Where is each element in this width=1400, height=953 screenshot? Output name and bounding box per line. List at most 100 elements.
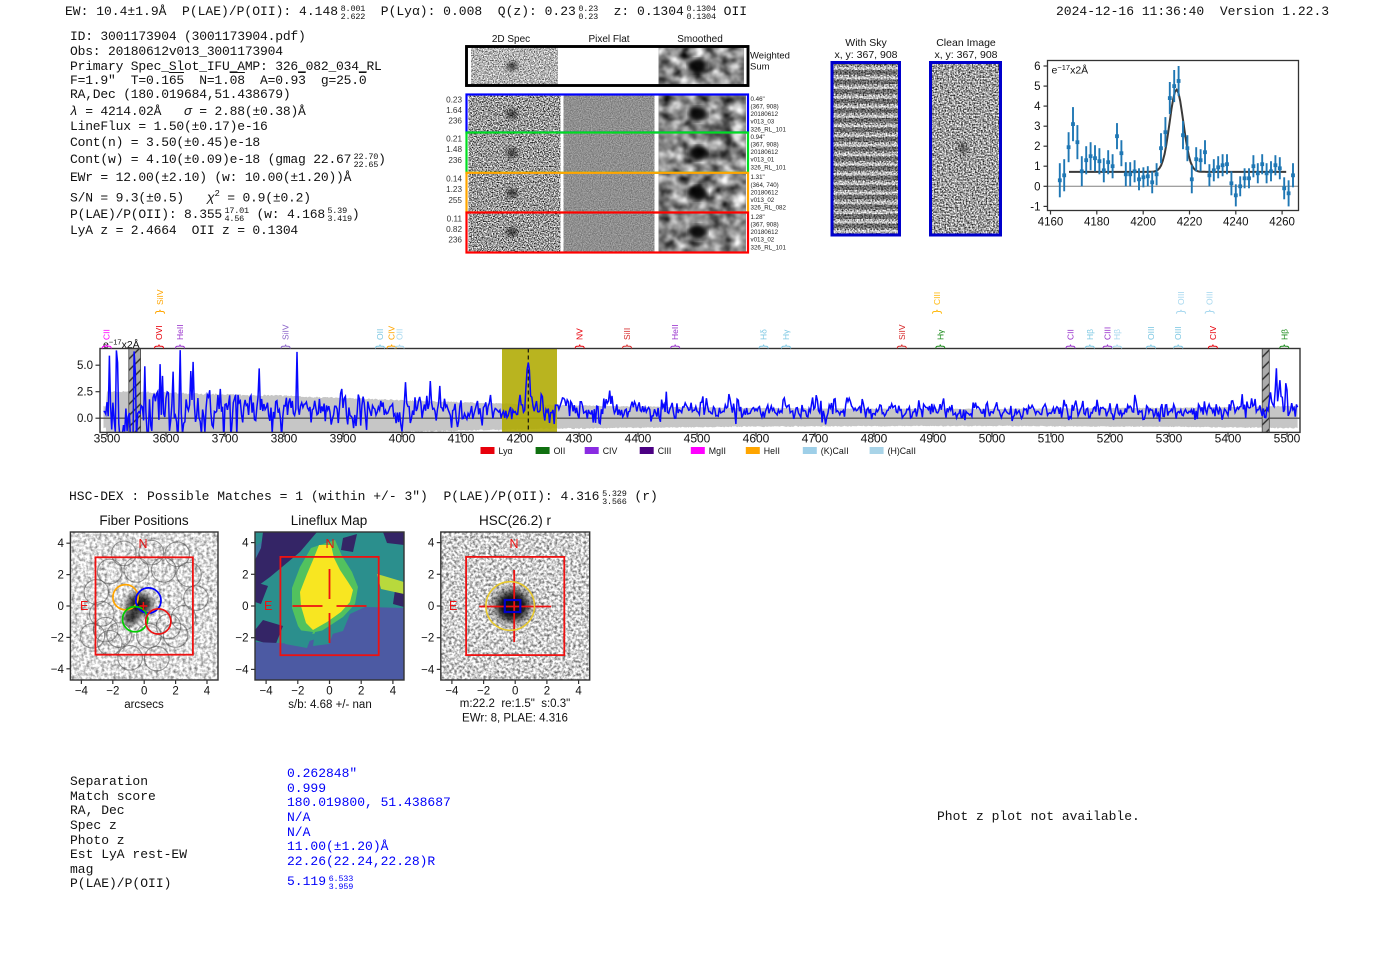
svg-text:Hγ: Hγ — [781, 329, 791, 340]
svg-text:1: 1 — [1034, 161, 1040, 173]
svg-text:0: 0 — [242, 601, 248, 613]
svg-text:CIV: CIV — [1208, 326, 1218, 341]
svg-text:−2: −2 — [291, 686, 304, 698]
svg-text:326_RL_082: 326_RL_082 — [751, 205, 787, 212]
svg-text:−2: −2 — [51, 632, 64, 644]
svg-text:5: 5 — [1034, 81, 1040, 93]
svg-text:326_RL_101: 326_RL_101 — [751, 126, 787, 133]
svg-text:20180612: 20180612 — [751, 189, 779, 196]
svg-text:0.14: 0.14 — [446, 175, 462, 184]
svg-text:3700: 3700 — [212, 431, 239, 445]
svg-text:2: 2 — [428, 569, 434, 581]
svg-text:1.23: 1.23 — [446, 185, 462, 194]
svg-text:CII: CII — [1066, 329, 1076, 340]
svg-text:CIII: CIII — [658, 446, 672, 456]
svg-text:5400: 5400 — [1215, 431, 1242, 445]
svg-text:CII: CII — [102, 329, 112, 340]
svg-text:0.82: 0.82 — [446, 225, 462, 234]
svg-text:CIII: CIII — [932, 292, 942, 305]
svg-text:(H)CaII: (H)CaII — [888, 446, 916, 456]
svg-text:4600: 4600 — [743, 431, 770, 445]
svg-text:v013_02: v013_02 — [751, 237, 775, 244]
svg-text:OII: OII — [375, 329, 385, 340]
svg-text:N: N — [509, 537, 518, 551]
svg-text:20180612: 20180612 — [751, 111, 779, 118]
svg-text:2D Spec: 2D Spec — [492, 34, 530, 45]
svg-text:Lyα: Lyα — [499, 446, 513, 456]
svg-text:Pixel Flat: Pixel Flat — [588, 34, 629, 45]
svg-text:1.28": 1.28" — [751, 214, 765, 221]
svg-text:3: 3 — [1034, 121, 1040, 133]
svg-text:236: 236 — [448, 236, 462, 245]
svg-text:2: 2 — [172, 686, 178, 698]
svg-text:HeII: HeII — [764, 446, 780, 456]
svg-text:(367, 908): (367, 908) — [751, 222, 779, 229]
svg-text:OIII: OIII — [1146, 326, 1156, 340]
svg-text:CIII: CIII — [1103, 327, 1113, 340]
svg-text:2: 2 — [242, 569, 248, 581]
svg-text:4200: 4200 — [507, 431, 534, 445]
svg-text:5.0: 5.0 — [77, 360, 93, 372]
svg-text:4260: 4260 — [1269, 217, 1295, 229]
svg-text:−2: −2 — [477, 686, 490, 698]
svg-text:−4: −4 — [51, 664, 65, 676]
svg-text:arcsecs: arcsecs — [124, 699, 164, 711]
svg-text:OIII: OIII — [1173, 326, 1183, 340]
svg-text:4: 4 — [390, 686, 397, 698]
svg-text:−4: −4 — [260, 686, 274, 698]
svg-text:OIII: OIII — [1205, 291, 1215, 305]
svg-text:N: N — [138, 537, 147, 551]
svg-text:4: 4 — [242, 538, 249, 550]
svg-text:HSC(26.2) r: HSC(26.2) r — [479, 513, 552, 528]
svg-text:4400: 4400 — [625, 431, 652, 445]
svg-text:CIV: CIV — [603, 446, 618, 456]
svg-text:4700: 4700 — [802, 431, 829, 445]
svg-text:v013_02: v013_02 — [751, 197, 775, 204]
svg-text:2.5: 2.5 — [77, 387, 93, 399]
svg-text:s/b: 4.68 +/- nan: s/b: 4.68 +/- nan — [288, 699, 371, 711]
svg-text:−2: −2 — [421, 633, 434, 645]
svg-text:4: 4 — [428, 538, 435, 550]
svg-text:20180612: 20180612 — [751, 229, 779, 236]
svg-text:255: 255 — [448, 196, 462, 205]
svg-text:0.11: 0.11 — [447, 215, 463, 224]
svg-text:0.46": 0.46" — [751, 96, 765, 103]
svg-text:(367, 908): (367, 908) — [751, 104, 779, 111]
svg-text:5200: 5200 — [1097, 431, 1124, 445]
svg-text:0.94": 0.94" — [751, 134, 765, 141]
svg-text:236: 236 — [448, 156, 462, 165]
svg-text:SiIV: SiIV — [155, 289, 165, 305]
svg-text:MgII: MgII — [709, 446, 726, 456]
svg-text:OII: OII — [395, 329, 405, 340]
svg-text:E: E — [80, 599, 88, 613]
svg-text:−2: −2 — [235, 633, 248, 645]
svg-text:4100: 4100 — [448, 431, 475, 445]
svg-text:NV: NV — [575, 328, 585, 340]
svg-text:236: 236 — [448, 117, 462, 126]
svg-text:3800: 3800 — [271, 431, 298, 445]
svg-text:(367, 908): (367, 908) — [751, 142, 779, 149]
svg-text:x, y: 367, 908: x, y: 367, 908 — [834, 49, 897, 61]
svg-text:20180612: 20180612 — [751, 149, 779, 156]
svg-text:0: 0 — [428, 601, 434, 613]
svg-text:v013_01: v013_01 — [751, 157, 775, 164]
svg-text:Hδ: Hδ — [759, 329, 769, 340]
svg-text:4180: 4180 — [1084, 217, 1110, 229]
svg-text:6: 6 — [1034, 61, 1040, 73]
svg-text:4200: 4200 — [1130, 217, 1156, 229]
svg-text:4500: 4500 — [684, 431, 711, 445]
svg-text:1.31": 1.31" — [751, 174, 765, 181]
svg-text:With Sky: With Sky — [845, 37, 887, 49]
svg-text:EWr: 8, PLAE: 4.316: EWr: 8, PLAE: 4.316 — [462, 713, 568, 725]
svg-text:2: 2 — [358, 686, 364, 698]
svg-text:Fiber Positions: Fiber Positions — [99, 513, 189, 528]
svg-text:Sum: Sum — [750, 62, 770, 73]
svg-text:2: 2 — [544, 686, 550, 698]
svg-text:HeII: HeII — [175, 324, 185, 340]
svg-text:v013_03: v013_03 — [751, 119, 775, 126]
svg-text:5000: 5000 — [979, 431, 1006, 445]
svg-text:2: 2 — [57, 570, 63, 582]
svg-text:0.21: 0.21 — [446, 135, 462, 144]
svg-text:4: 4 — [1034, 101, 1041, 113]
svg-text:Hβ: Hβ — [1112, 329, 1122, 340]
